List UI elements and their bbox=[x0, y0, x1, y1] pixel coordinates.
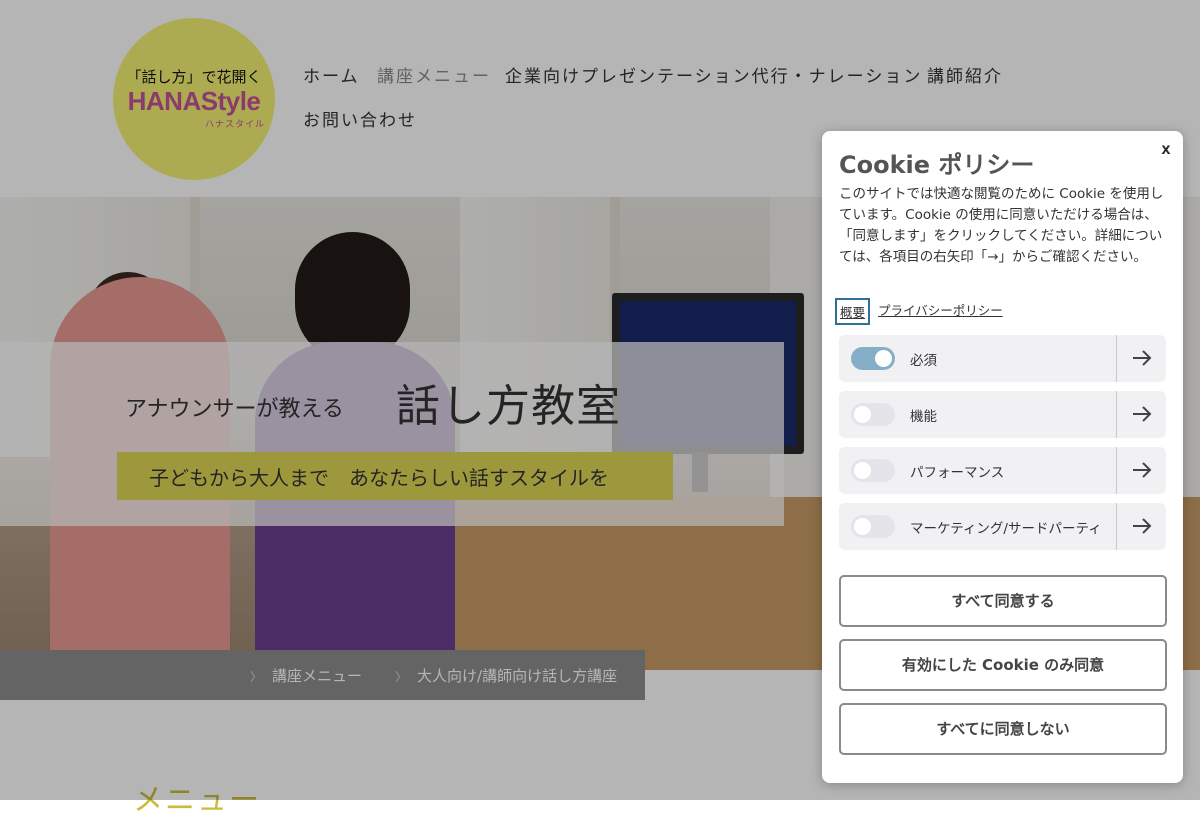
toggle-knob bbox=[875, 350, 892, 367]
performance-toggle[interactable] bbox=[851, 459, 895, 482]
privacy-policy-link[interactable]: プライバシーポリシー bbox=[878, 300, 1003, 319]
dialog-title: Cookie ポリシー bbox=[839, 151, 1035, 179]
cookie-policy-dialog: x Cookie ポリシー このサイトでは快適な閲覧のために Cookie を使… bbox=[822, 131, 1183, 783]
toggle-knob bbox=[854, 518, 871, 535]
required-toggle[interactable] bbox=[851, 347, 895, 370]
reject-all-button[interactable]: すべてに同意しない bbox=[839, 703, 1167, 755]
accept-all-button[interactable]: すべて同意する bbox=[839, 575, 1167, 627]
dialog-description: このサイトでは快適な閲覧のために Cookie を使用しています。Cookie … bbox=[839, 186, 1164, 265]
arrow-right-icon[interactable] bbox=[1117, 447, 1166, 494]
category-label: パフォーマンス bbox=[910, 465, 1005, 481]
functional-toggle[interactable] bbox=[851, 403, 895, 426]
cookie-category-required: 必須 bbox=[839, 335, 1166, 382]
arrow-right-icon[interactable] bbox=[1117, 503, 1166, 550]
close-button[interactable]: x bbox=[1159, 141, 1173, 159]
cookie-category-functional: 機能 bbox=[839, 391, 1166, 438]
toggle-knob bbox=[854, 462, 871, 479]
cookie-category-performance: パフォーマンス bbox=[839, 447, 1166, 494]
cookie-category-marketing: マーケティング/サードパーティ bbox=[839, 503, 1166, 550]
category-label: マーケティング/サードパーティ bbox=[910, 521, 1102, 537]
arrow-right-icon[interactable] bbox=[1117, 335, 1166, 382]
dialog-links: 概要 プライバシーポリシー bbox=[835, 298, 1175, 325]
marketing-toggle[interactable] bbox=[851, 515, 895, 538]
toggle-knob bbox=[854, 406, 871, 423]
overview-link[interactable]: 概要 bbox=[835, 298, 871, 325]
arrow-right-icon[interactable] bbox=[1117, 391, 1166, 438]
category-label: 必須 bbox=[910, 353, 937, 369]
category-label: 機能 bbox=[910, 409, 937, 425]
accept-enabled-button[interactable]: 有効にした Cookie のみ同意 bbox=[839, 639, 1167, 691]
